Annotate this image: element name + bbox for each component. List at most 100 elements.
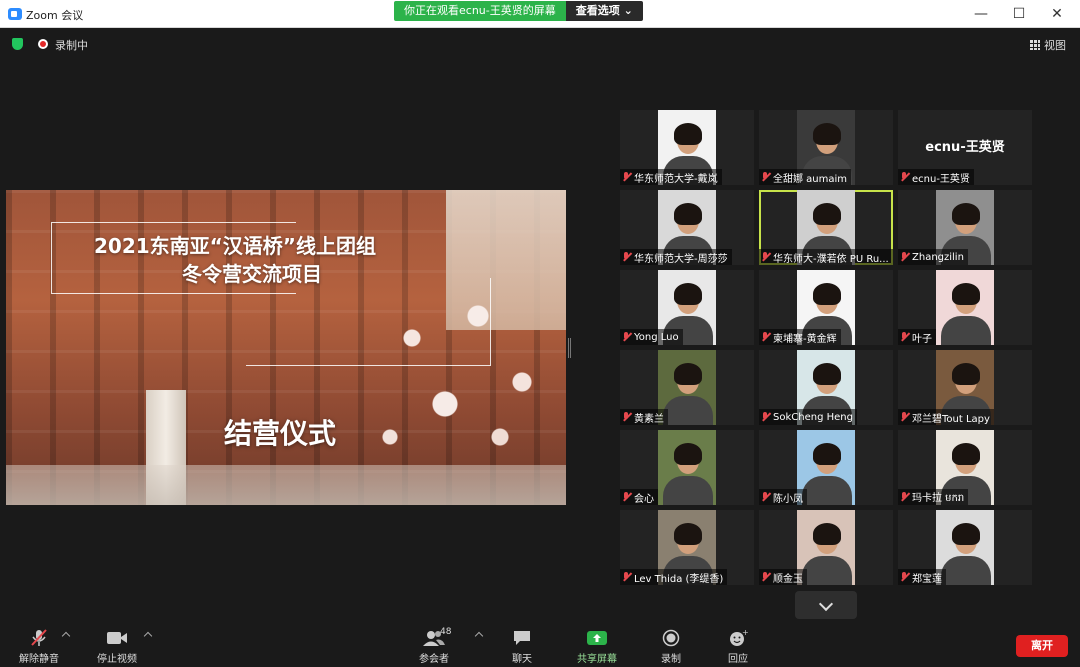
maximize-button[interactable]: ☐ [1004, 4, 1034, 24]
participant-name: 顺金玉 [773, 573, 803, 585]
zoom-logo-icon [8, 8, 22, 20]
participant-tile[interactable]: Zhangzilin [898, 190, 1032, 265]
participant-tile[interactable]: 华东师范大学-戴岚 [620, 110, 754, 185]
muted-mic-icon [900, 492, 909, 502]
participant-tile[interactable]: ecnu-王英贤 ecnu-王英贤 [898, 110, 1032, 185]
chat-button[interactable]: 聊天 [507, 629, 537, 665]
reactions-button[interactable]: + 回应 [723, 628, 753, 665]
participants-button[interactable]: 48 参会者 [414, 627, 454, 665]
stop-video-button[interactable]: 停止视频 [92, 629, 142, 665]
muted-mic-icon [622, 172, 631, 182]
view-button[interactable]: 视图 [1030, 37, 1066, 53]
grid-icon [1030, 40, 1040, 50]
participant-tile[interactable]: Yong Luo [620, 270, 754, 345]
participant-tile[interactable]: 叶子 [898, 270, 1032, 345]
participants-label: 参会者 [419, 654, 449, 665]
participant-tile[interactable]: SokCheng Heng [759, 350, 893, 425]
participant-name-bar: Lev Thida (李缇香) [620, 569, 728, 585]
participant-name: 叶子 [912, 333, 932, 345]
participant-name: 玛卡拉 មករា [912, 492, 965, 504]
slide-subtitle: 结营仪式 [224, 417, 337, 450]
recording-status: 录制中 [55, 39, 88, 52]
muted-mic-icon [900, 332, 909, 342]
title-frame-bottom [246, 278, 491, 366]
muted-mic-icon [761, 572, 770, 582]
participant-name-bar: Yong Luo [620, 329, 683, 345]
share-screen-icon [572, 629, 622, 647]
muted-mic-icon [622, 492, 631, 502]
view-options-button[interactable]: 查看选项 ⌄ [565, 1, 643, 21]
participant-name-bar: 郑宝莲 [898, 569, 946, 585]
participant-name: ecnu-王英贤 [912, 173, 970, 185]
participants-count: 48 [440, 627, 452, 637]
participant-name: 华东师范大学-戴岚 [634, 173, 718, 185]
participant-tile[interactable]: 华东师大-濮若依 PU Ru... [759, 190, 893, 265]
participant-name-bar: 华东师范大学-周莎莎 [620, 249, 732, 265]
leave-button[interactable]: 离开 [1016, 635, 1068, 657]
participants-icon: 48 [414, 627, 454, 647]
unmute-button[interactable]: 解除静音 [14, 629, 64, 665]
participant-name-bar: 叶子 [898, 329, 936, 345]
muted-mic-icon [900, 252, 909, 262]
muted-mic-icon [761, 332, 770, 342]
smiley-plus-icon: + [723, 628, 753, 647]
participant-name-bar: 顺金玉 [759, 569, 807, 585]
meeting-toolbar: 解除静音 停止视频 48 参会者 聊天 共享屏幕 录制 + 回应 离开 [0, 625, 1080, 667]
participant-tile[interactable]: 邓兰碧Tout Lapy [898, 350, 1032, 425]
muted-mic-icon [761, 412, 770, 422]
title-bar: Zoom 会议 你正在观看ecnu-王英贤的屏幕 查看选项 ⌄ — ☐ ✕ [0, 0, 1080, 28]
participant-name: 华东师范大学-周莎莎 [634, 253, 728, 265]
participant-name: 黄素兰 [634, 413, 664, 425]
chat-bubble-icon [507, 629, 537, 647]
slide-title-line2: 冬令营交流项目 [182, 262, 322, 286]
participant-tile[interactable]: 全甜娜 aumaim [759, 110, 893, 185]
participant-tile[interactable]: 陈小凤 [759, 430, 893, 505]
stop-video-label: 停止视频 [97, 654, 137, 665]
video-options-chevron-icon[interactable] [143, 631, 153, 641]
record-icon [656, 629, 686, 647]
participant-name-bar: ecnu-王英贤 [898, 169, 974, 185]
participant-name: 陈小凤 [773, 493, 803, 505]
participant-name: 全甜娜 aumaim [773, 173, 848, 185]
participant-name-bar: 黄素兰 [620, 409, 668, 425]
video-camera-icon [92, 629, 142, 647]
participant-display-name: ecnu-王英贤 [925, 140, 1005, 155]
panel-splitter[interactable] [568, 338, 571, 358]
record-button[interactable]: 录制 [656, 629, 686, 665]
svg-text:+: + [742, 629, 748, 637]
shield-icon[interactable] [12, 38, 23, 50]
muted-mic-icon [761, 492, 770, 502]
window-title: Zoom 会议 [26, 9, 84, 22]
participant-name: 郑宝莲 [912, 573, 942, 585]
participant-tile[interactable]: 顺金玉 [759, 510, 893, 585]
recording-icon [38, 39, 48, 49]
participant-name: Zhangzilin [912, 251, 964, 263]
participant-tile[interactable]: 玛卡拉 មករា [898, 430, 1032, 505]
share-screen-button[interactable]: 共享屏幕 [572, 629, 622, 665]
participant-tile[interactable]: Lev Thida (李缇香) [620, 510, 754, 585]
participant-name-bar: 邓兰碧Tout Lapy [898, 409, 994, 425]
participant-name: Yong Luo [634, 331, 679, 343]
participant-tile[interactable]: 郑宝莲 [898, 510, 1032, 585]
ground-area [6, 465, 566, 505]
participant-tile[interactable]: 柬埔寨-黄金辉 [759, 270, 893, 345]
participant-tile[interactable]: 黄素兰 [620, 350, 754, 425]
muted-mic-icon [622, 572, 631, 582]
muted-mic-icon [622, 332, 631, 342]
muted-mic-icon [900, 572, 909, 582]
participants-options-chevron-icon[interactable] [474, 631, 484, 641]
participant-name: 华东师大-濮若依 PU Ru... [773, 253, 889, 265]
meeting-info-bar: 录制中 视图 [0, 29, 1080, 59]
close-button[interactable]: ✕ [1042, 4, 1072, 24]
view-label: 视图 [1044, 39, 1066, 52]
participant-tile[interactable]: 华东师范大学-周莎莎 [620, 190, 754, 265]
shared-screen: 2021东南亚“汉语桥”线上团组 冬令营交流项目 结营仪式 [6, 190, 566, 505]
gallery-next-page-button[interactable] [795, 591, 857, 619]
reactions-label: 回应 [728, 654, 748, 665]
participant-name: SokCheng Heng [773, 411, 853, 423]
minimize-button[interactable]: — [966, 4, 996, 24]
participant-tile[interactable]: 会心 [620, 430, 754, 505]
share-screen-label: 共享屏幕 [577, 654, 617, 665]
participant-name-bar: Zhangzilin [898, 249, 968, 265]
unmute-label: 解除静音 [19, 654, 59, 665]
